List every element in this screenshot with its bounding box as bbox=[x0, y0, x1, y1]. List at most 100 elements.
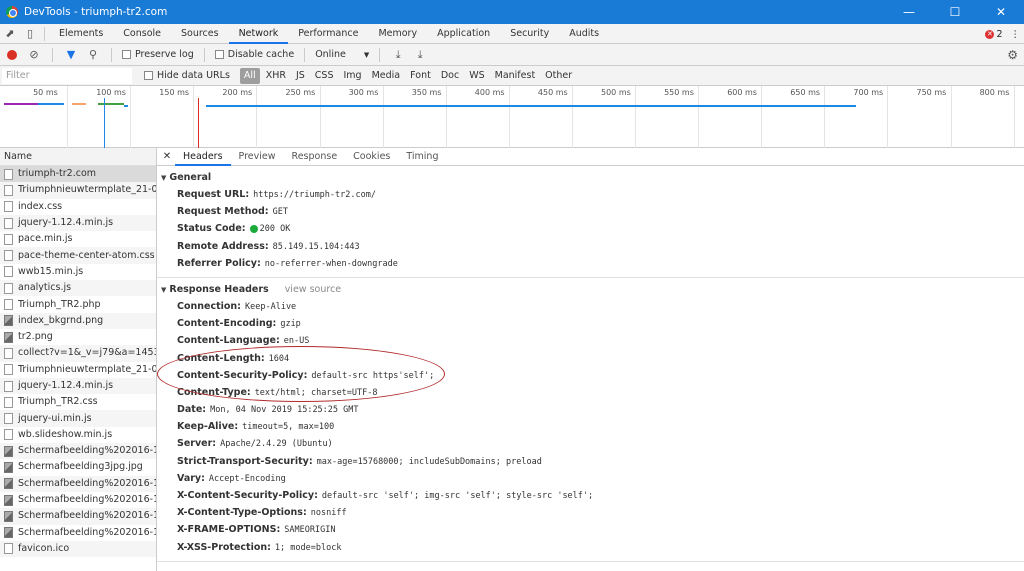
timeline-gridline bbox=[571, 86, 573, 148]
tab-sources[interactable]: Sources bbox=[171, 24, 229, 44]
filter-type-js[interactable]: JS bbox=[292, 68, 309, 84]
request-name: favicon.ico bbox=[18, 542, 70, 554]
minimize-button[interactable]: — bbox=[886, 0, 932, 24]
tab-security[interactable]: Security bbox=[500, 24, 559, 44]
request-row[interactable]: Schermafbeelding3jpg.jpg bbox=[0, 459, 156, 475]
request-row[interactable]: Schermafbeelding%202016-11... bbox=[0, 443, 156, 460]
request-row[interactable]: jquery-1.12.4.min.js bbox=[0, 377, 156, 395]
header-row: Date: Mon, 04 Nov 2019 15:25:25 GMT bbox=[161, 401, 1024, 418]
document-file-icon bbox=[4, 396, 13, 408]
search-icon[interactable]: ⚲ bbox=[85, 48, 101, 61]
request-row[interactable]: Schermafbeelding%202016-11... bbox=[0, 492, 156, 508]
filter-type-font[interactable]: Font bbox=[406, 68, 435, 84]
request-row[interactable]: Schermafbeelding%202016-11... bbox=[0, 525, 156, 541]
tab-performance[interactable]: Performance bbox=[288, 24, 368, 44]
tab-audits[interactable]: Audits bbox=[559, 24, 609, 44]
throttling-select[interactable]: Online ▼ bbox=[315, 49, 369, 60]
timeline-request-bar bbox=[4, 103, 38, 105]
close-button[interactable]: ✕ bbox=[978, 0, 1024, 24]
header-row: Content-Encoding: gzip bbox=[161, 315, 1024, 332]
timeline-gridline bbox=[319, 86, 321, 148]
filter-type-css[interactable]: CSS bbox=[311, 68, 338, 84]
request-row[interactable]: triumph-tr2.com bbox=[0, 166, 156, 183]
image-file-icon bbox=[4, 527, 13, 539]
response-headers-header[interactable]: ▼ Response Headers view source bbox=[161, 282, 1024, 298]
header-row: Request Method: GET bbox=[161, 203, 1024, 220]
more-menu-icon[interactable]: ⋮ bbox=[1011, 29, 1021, 40]
tab-response[interactable]: Response bbox=[284, 148, 346, 166]
tab-application[interactable]: Application bbox=[427, 24, 500, 44]
tab-memory[interactable]: Memory bbox=[368, 24, 427, 44]
request-row[interactable]: pace-theme-center-atom.css bbox=[0, 247, 156, 264]
image-file-icon bbox=[4, 315, 13, 327]
header-value: SAMEORIGIN bbox=[284, 525, 336, 536]
header-key: X-FRAME-OPTIONS: bbox=[177, 524, 281, 536]
timeline-tick-label: 450 ms bbox=[537, 88, 568, 97]
request-row[interactable]: tr2.png bbox=[0, 329, 156, 345]
filter-type-all[interactable]: All bbox=[239, 67, 260, 84]
request-row[interactable]: pace.min.js bbox=[0, 231, 156, 247]
disable-cache-checkbox[interactable]: Disable cache bbox=[214, 49, 294, 60]
device-toolbar-icon[interactable]: ▯ bbox=[20, 24, 40, 44]
header-key: X-Content-Security-Policy: bbox=[177, 490, 318, 501]
request-row[interactable]: wb.slideshow.min.js bbox=[0, 427, 156, 443]
request-row[interactable]: Schermafbeelding%202016-11... bbox=[0, 475, 156, 492]
image-file-icon bbox=[4, 494, 13, 506]
filter-type-xhr[interactable]: XHR bbox=[262, 68, 290, 84]
clear-icon[interactable]: ⊘ bbox=[26, 48, 42, 61]
filter-type-img[interactable]: Img bbox=[340, 68, 366, 84]
header-key: Keep-Alive: bbox=[177, 421, 239, 433]
record-button[interactable] bbox=[7, 49, 17, 60]
maximize-button[interactable]: ☐ bbox=[932, 0, 978, 24]
request-row[interactable]: Triumph_TR2.php bbox=[0, 296, 156, 312]
request-name: Triumph_TR2.css bbox=[18, 396, 98, 408]
request-row[interactable]: index.css bbox=[0, 199, 156, 215]
tab-network[interactable]: Network bbox=[228, 24, 289, 44]
view-source-link[interactable]: view source bbox=[285, 282, 341, 298]
load-event-line bbox=[198, 98, 199, 148]
filter-input[interactable]: Filter bbox=[2, 67, 132, 84]
tab-headers[interactable]: Headers bbox=[175, 148, 231, 166]
request-row[interactable]: jquery-1.12.4.min.js bbox=[0, 214, 156, 232]
close-icon[interactable]: ✕ bbox=[159, 151, 175, 162]
request-row[interactable]: analytics.js bbox=[0, 280, 156, 297]
document-file-icon bbox=[4, 543, 13, 555]
request-row[interactable]: Schermafbeelding%202016-11... bbox=[0, 508, 156, 525]
header-row: Referrer Policy: no-referrer-when-downgra… bbox=[161, 255, 1024, 272]
request-row[interactable]: Triumphnieuwtermplate_21-08... bbox=[0, 182, 156, 199]
filter-type-other[interactable]: Other bbox=[541, 68, 576, 84]
timeline-tick-label: 50 ms bbox=[33, 88, 58, 97]
tab-console[interactable]: Console bbox=[113, 24, 171, 44]
name-column-header[interactable]: Name bbox=[0, 148, 156, 166]
header-value: Apache/2.4.29 (Ubuntu) bbox=[220, 439, 333, 450]
filter-type-media[interactable]: Media bbox=[368, 68, 405, 84]
tab-timing[interactable]: Timing bbox=[398, 148, 446, 166]
filter-type-ws[interactable]: WS bbox=[465, 68, 488, 84]
detail-tabs: Headers Preview Response Cookies Timing bbox=[175, 148, 446, 166]
request-row[interactable]: Triumphnieuwtermplate_21-08... bbox=[0, 362, 156, 378]
error-counter[interactable]: ✕ 2 bbox=[985, 29, 1003, 40]
tab-cookies[interactable]: Cookies bbox=[345, 148, 398, 166]
preserve-log-checkbox[interactable]: Preserve log bbox=[122, 49, 194, 60]
import-har-icon[interactable]: ⤓ bbox=[390, 48, 406, 62]
header-key: Content-Security-Policy: bbox=[177, 369, 308, 381]
header-value: default-src 'self'; img-src 'self'; styl… bbox=[321, 491, 594, 501]
filter-type-doc[interactable]: Doc bbox=[437, 68, 463, 84]
request-row[interactable]: wwb15.min.js bbox=[0, 264, 156, 280]
tab-preview[interactable]: Preview bbox=[231, 148, 284, 166]
inspect-element-icon[interactable]: ⬈ bbox=[0, 24, 20, 44]
request-row[interactable]: index_bkgrnd.png bbox=[0, 312, 156, 329]
request-row[interactable]: favicon.ico bbox=[0, 540, 156, 558]
gear-icon[interactable]: ⚙ bbox=[1007, 48, 1018, 62]
network-overview-timeline[interactable]: 50 ms 100 ms 150 ms 200 ms 250 ms 300 ms 350 m… bbox=[0, 86, 1024, 148]
filter-type-manifest[interactable]: Manifest bbox=[491, 68, 540, 84]
hide-data-urls-checkbox[interactable]: Hide data URLs bbox=[144, 70, 230, 81]
filter-icon[interactable]: ▼ bbox=[63, 48, 79, 61]
export-har-icon[interactable]: ⤓ bbox=[412, 48, 428, 62]
request-row[interactable]: collect?v=1&_v=j79&a=14534... bbox=[0, 345, 156, 362]
request-name: Schermafbeelding%202016-11... bbox=[18, 526, 156, 538]
tab-elements[interactable]: Elements bbox=[49, 24, 113, 44]
request-row[interactable]: jquery-ui.min.js bbox=[0, 410, 156, 427]
request-row[interactable]: Triumph_TR2.css bbox=[0, 394, 156, 410]
general-header[interactable]: ▼ General bbox=[161, 170, 1024, 186]
